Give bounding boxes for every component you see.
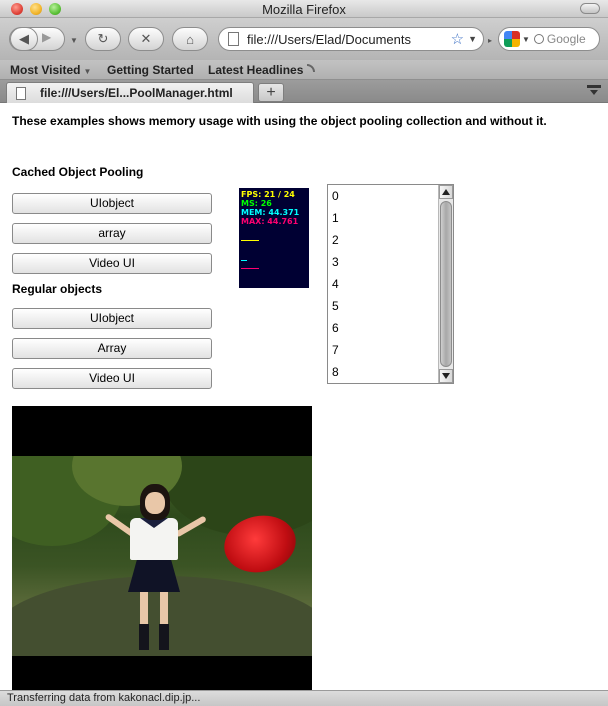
tab-strip: file:///Users/El...PoolManager.html + [0, 80, 608, 103]
reload-icon: ↻ [97, 31, 109, 46]
list-item[interactable]: 8 [328, 361, 439, 383]
status-bar: Transferring data from kakonacl.dip.jp..… [0, 690, 608, 706]
toolbar-toggle-button[interactable] [580, 3, 600, 14]
video-frame [12, 456, 312, 656]
back-button[interactable]: ◀ [10, 27, 38, 51]
figure-sock [159, 624, 169, 650]
cached-video-ui-button[interactable]: Video UI [12, 253, 212, 274]
address-bar[interactable]: file:///Users/Elad/Documents ☆ ▼ [218, 27, 484, 51]
stop-icon: ✕ [140, 31, 152, 46]
title-bar: Mozilla Firefox [0, 0, 608, 18]
history-dropdown-icon[interactable]: ▼ [70, 36, 78, 45]
home-button[interactable]: ⌂ [172, 27, 208, 51]
reload-button[interactable]: ↻ [85, 27, 121, 51]
list-all-tabs-icon[interactable] [587, 85, 601, 97]
max-graph-line [241, 268, 259, 269]
figure-arm [174, 515, 207, 538]
tab-page-icon [16, 86, 26, 100]
search-engine-dropdown-icon[interactable]: ▼ [522, 35, 530, 44]
list-item[interactable]: 6 [328, 317, 439, 339]
rss-feed-icon [307, 64, 316, 72]
regular-video-ui-button[interactable]: Video UI [12, 368, 212, 389]
scroll-up-button[interactable] [439, 185, 453, 199]
scroll-thumb[interactable] [440, 201, 452, 367]
list-item[interactable]: 7 [328, 339, 439, 361]
home-icon: ⌂ [186, 31, 194, 47]
figure-skirt [128, 558, 180, 592]
fps-graph-line [241, 240, 259, 241]
window-title: Mozilla Firefox [262, 2, 346, 17]
scroll-down-button[interactable] [439, 369, 453, 383]
back-arrow-icon: ◀ [19, 31, 29, 46]
search-bar[interactable]: ▼ Google [498, 27, 600, 51]
list-item[interactable]: 1 [328, 207, 439, 229]
navigation-toolbar: ◀ ▶ ▼ ↻ ✕ ⌂ file:///Users/Elad/Documents… [0, 18, 608, 60]
stop-button[interactable]: ✕ [128, 27, 164, 51]
video-player[interactable] [12, 406, 312, 690]
arrow-up-icon [442, 189, 450, 195]
intro-text: These examples shows memory usage with u… [12, 114, 547, 128]
ms-readout: MS: 26 [241, 199, 272, 208]
toolbar-separator-icon: ▸ [488, 36, 493, 45]
list-item[interactable]: 2 [328, 229, 439, 251]
forward-button[interactable]: ▶ [42, 30, 51, 44]
mem-readout: MEM: 44.371 [241, 208, 300, 217]
tab-title: file:///Users/El...PoolManager.html [40, 86, 233, 100]
url-history-dropdown-icon[interactable]: ▼ [468, 34, 477, 44]
person-figure [104, 484, 207, 656]
tab-active[interactable]: file:///Users/El...PoolManager.html [6, 82, 254, 103]
bookmarks-toolbar: Most Visited ▼ Getting Started Latest Hea… [0, 60, 608, 80]
list-item[interactable]: 3 [328, 251, 439, 273]
cached-array-button[interactable]: array [12, 223, 212, 244]
stats-monitor: FPS: 21 / 24 MS: 26 MEM: 44.371 MAX: 44.… [239, 188, 309, 288]
google-search-engine-icon[interactable] [504, 31, 520, 47]
new-tab-button[interactable]: + [258, 83, 284, 102]
regular-section-heading: Regular objects [12, 282, 103, 296]
mem-graph-line [241, 260, 247, 261]
listbox-items: 0 1 2 3 4 5 6 7 8 [328, 185, 439, 383]
bookmark-star-icon[interactable]: ☆ [451, 30, 464, 48]
url-text[interactable]: file:///Users/Elad/Documents [247, 32, 447, 47]
cached-section-heading: Cached Object Pooling [12, 165, 144, 179]
bookmark-getting-started[interactable]: Getting Started [107, 63, 194, 77]
arrow-down-icon [442, 373, 450, 379]
back-forward-group: ◀ ▶ [9, 27, 65, 51]
list-item[interactable]: 0 [328, 185, 439, 207]
bookmark-latest-headlines[interactable]: Latest Headlines [208, 63, 316, 77]
search-input[interactable]: Google [547, 32, 586, 46]
list-item[interactable]: 4 [328, 273, 439, 295]
listbox-scrollbar[interactable] [438, 185, 453, 383]
regular-uiobject-button[interactable]: UIobject [12, 308, 212, 329]
regular-array-button[interactable]: Array [12, 338, 212, 359]
cached-uiobject-button[interactable]: UIobject [12, 193, 212, 214]
max-readout: MAX: 44.761 [241, 217, 299, 226]
page-content: These examples shows memory usage with u… [0, 104, 608, 690]
figure-face [145, 492, 165, 514]
search-icon [533, 34, 544, 44]
fps-readout: FPS: 21 / 24 [241, 190, 295, 199]
list-item[interactable]: 5 [328, 295, 439, 317]
figure-sock [139, 624, 149, 650]
bookmark-most-visited[interactable]: Most Visited ▼ [10, 63, 91, 77]
page-icon [228, 32, 239, 46]
most-visited-dropdown-icon: ▼ [83, 67, 92, 76]
number-listbox[interactable]: 0 1 2 3 4 5 6 7 8 [327, 184, 454, 384]
